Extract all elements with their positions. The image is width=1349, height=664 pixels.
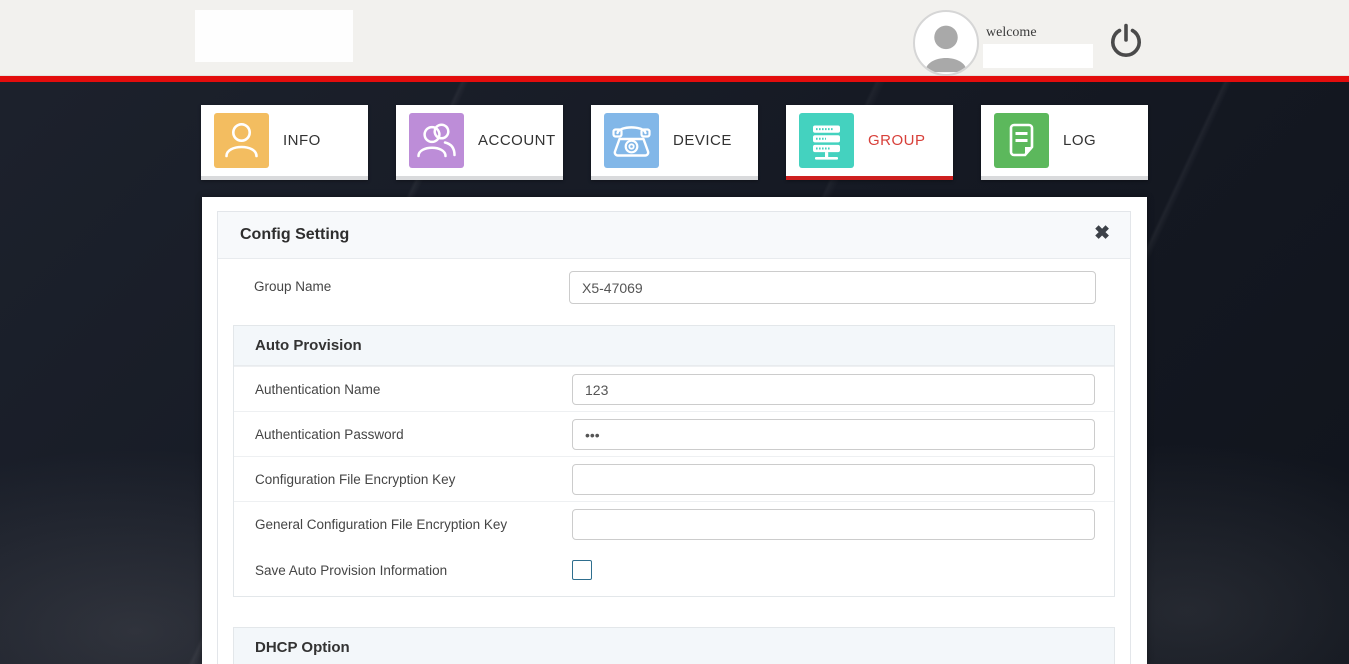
tab-account[interactable]: ACCOUNT — [396, 105, 563, 180]
config-file-key-label: Configuration File Encryption Key — [255, 472, 455, 487]
tab-device[interactable]: DEVICE — [591, 105, 758, 180]
group-name-row: Group Name — [218, 259, 1130, 315]
dhcp-option-section: DHCP Option — [233, 627, 1115, 664]
group-name-input[interactable] — [569, 271, 1096, 304]
general-config-file-key-row: General Configuration File Encryption Ke… — [234, 501, 1114, 546]
tab-log[interactable]: LOG — [981, 105, 1148, 180]
authentication-name-label: Authentication Name — [255, 382, 380, 397]
users-icon — [409, 113, 464, 168]
authentication-name-input[interactable] — [572, 374, 1095, 405]
document-icon — [994, 113, 1049, 168]
authentication-password-input[interactable] — [572, 419, 1095, 450]
logout-power-button[interactable] — [1106, 22, 1146, 62]
tab-info[interactable]: INFO — [201, 105, 368, 180]
group-name-label: Group Name — [254, 279, 331, 294]
authentication-name-row: Authentication Name — [234, 366, 1114, 411]
user-avatar[interactable] — [913, 10, 979, 76]
tab-label: LOG — [1063, 132, 1096, 149]
accent-red-bar — [0, 76, 1349, 82]
section-header: DHCP Option — [234, 628, 1114, 664]
tab-group[interactable]: GROUP — [786, 105, 953, 180]
config-setting-panel: Config Setting ✖ Group Name Auto Provisi… — [217, 211, 1131, 664]
user-icon — [214, 113, 269, 168]
save-auto-provision-checkbox[interactable] — [572, 560, 592, 580]
tab-label: ACCOUNT — [478, 132, 556, 149]
tab-label: GROUP — [868, 132, 926, 149]
app-logo — [195, 10, 353, 62]
auto-provision-title: Auto Provision — [255, 337, 362, 354]
username-text — [983, 44, 1093, 68]
general-config-file-key-label: General Configuration File Encryption Ke… — [255, 517, 507, 532]
content-area: Config Setting ✖ Group Name Auto Provisi… — [202, 197, 1147, 664]
authentication-password-label: Authentication Password — [255, 427, 404, 442]
save-auto-provision-row: Save Auto Provision Information — [234, 546, 1114, 596]
config-file-key-row: Configuration File Encryption Key — [234, 456, 1114, 501]
tab-label: INFO — [283, 132, 321, 149]
welcome-text: welcome — [986, 25, 1037, 41]
top-header-bar: welcome — [0, 0, 1349, 76]
section-gap — [218, 597, 1130, 617]
panel-title: Config Setting — [240, 226, 349, 244]
general-config-file-key-input[interactable] — [572, 509, 1095, 540]
close-icon[interactable]: ✖ — [1094, 224, 1110, 243]
server-icon — [799, 113, 854, 168]
panel-header: Config Setting ✖ — [218, 212, 1130, 259]
save-auto-provision-label: Save Auto Provision Information — [255, 563, 447, 578]
person-silhouette-icon — [915, 12, 977, 74]
auto-provision-section: Auto Provision Authentication Name Authe… — [233, 325, 1115, 597]
dhcp-option-title: DHCP Option — [255, 639, 350, 656]
telephone-icon — [604, 113, 659, 168]
tab-label: DEVICE — [673, 132, 732, 149]
section-header: Auto Provision — [234, 326, 1114, 366]
power-icon — [1106, 22, 1146, 62]
config-file-key-input[interactable] — [572, 464, 1095, 495]
authentication-password-row: Authentication Password — [234, 411, 1114, 456]
